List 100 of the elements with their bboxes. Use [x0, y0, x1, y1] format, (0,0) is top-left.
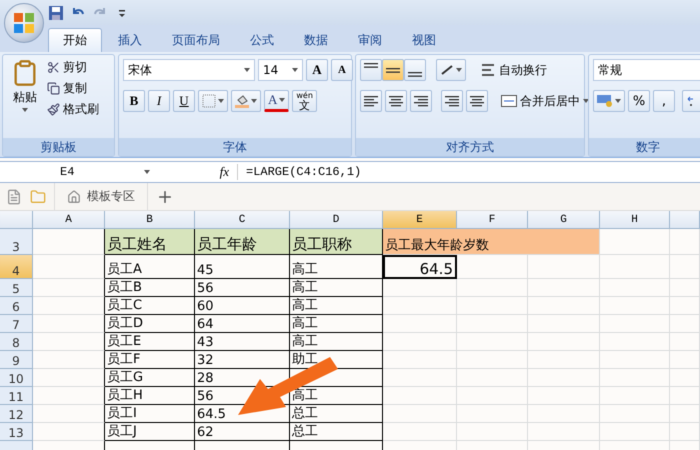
table-cell — [670, 351, 700, 369]
clipboard-button[interactable]: 剪切 — [47, 59, 99, 76]
table-cell: 45 — [195, 255, 290, 279]
orientation-button[interactable] — [436, 59, 466, 81]
insert-function-button[interactable]: fx — [158, 164, 238, 180]
ribbon-tab[interactable]: 开始 — [48, 28, 102, 52]
font-color-button[interactable]: A — [264, 90, 290, 112]
column-header[interactable]: D — [290, 211, 383, 229]
column-header[interactable]: B — [105, 211, 195, 229]
column-header[interactable]: A — [33, 211, 105, 229]
number-format-field[interactable]: 常规 — [593, 59, 700, 81]
row-header[interactable]: 9 — [0, 351, 33, 369]
table-cell — [457, 423, 528, 441]
table-cell: 员工姓名 — [105, 229, 195, 255]
table-cell — [600, 387, 670, 405]
align-icon — [445, 95, 459, 107]
align-icon — [386, 68, 400, 72]
align-icon — [389, 95, 403, 107]
font-style-button[interactable]: I — [148, 90, 170, 112]
home-icon — [67, 190, 81, 204]
table-cell — [600, 351, 670, 369]
font-style-button[interactable]: U — [173, 90, 195, 112]
ribbon-tab[interactable]: 审阅 — [344, 28, 396, 52]
align-icon — [364, 63, 378, 68]
fill-color-button[interactable] — [231, 90, 261, 112]
table-cell: 员工C — [105, 297, 195, 315]
table-cell — [33, 351, 105, 369]
table-cell — [528, 369, 600, 387]
table-cell: 员工E — [105, 333, 195, 351]
group-title: 字体 — [223, 138, 247, 156]
clipboard-button[interactable]: 格式刷 — [47, 101, 99, 118]
formula-field[interactable]: =LARGE(C4:C16,1) — [238, 165, 362, 179]
number-style-button[interactable]: % — [628, 90, 650, 112]
ribbon-tab[interactable]: 页面布局 — [158, 28, 234, 52]
vertical-align-button[interactable] — [404, 59, 426, 81]
caret-icon — [144, 170, 150, 174]
table-cell: 43 — [195, 333, 290, 351]
decimal-button[interactable] — [682, 90, 700, 112]
table-cell: 员工职称 — [290, 229, 383, 255]
name-box[interactable]: E4 — [0, 165, 158, 179]
table-cell — [33, 405, 105, 423]
font-size-field[interactable]: 14 — [258, 59, 303, 81]
table-cell: 32 — [195, 351, 290, 369]
merge-center-button[interactable]: 合并后居中 — [501, 92, 589, 110]
caret-icon — [292, 68, 298, 72]
table-cell — [457, 405, 528, 423]
grow-font-button[interactable]: A — [306, 59, 328, 81]
vertical-align-button[interactable] — [360, 59, 382, 81]
table-cell: 高工 — [290, 255, 383, 279]
row-header[interactable]: 8 — [0, 333, 33, 351]
align-icon — [470, 95, 484, 107]
currency-button[interactable] — [593, 90, 625, 112]
row-header[interactable]: 13 — [0, 423, 33, 441]
column-header[interactable]: C — [195, 211, 290, 229]
row-header[interactable]: 10 — [0, 369, 33, 387]
row-header[interactable]: 7 — [0, 315, 33, 333]
caret-icon — [218, 99, 224, 103]
paste-button[interactable]: 粘贴 — [13, 89, 37, 106]
ribbon-tab[interactable]: 公式 — [236, 28, 288, 52]
table-cell — [600, 315, 670, 333]
font-style-button[interactable]: B — [123, 90, 145, 112]
table-cell — [33, 297, 105, 315]
table-cell: 员工J — [105, 423, 195, 441]
shrink-font-button[interactable]: A — [331, 59, 353, 81]
ribbon-tab[interactable]: 插入 — [104, 28, 156, 52]
row-header[interactable]: 12 — [0, 405, 33, 423]
ribbon-tab[interactable]: 视图 — [398, 28, 450, 52]
table-cell — [670, 369, 700, 387]
table-cell — [600, 369, 670, 387]
table-cell — [600, 279, 670, 297]
row-header[interactable]: 11 — [0, 387, 33, 405]
border-button[interactable] — [198, 90, 228, 112]
row-header[interactable]: 4 — [0, 255, 33, 279]
table-cell: 62 — [195, 423, 290, 441]
font-name-field[interactable]: 宋体 — [123, 59, 255, 81]
save-icon[interactable] — [48, 4, 64, 20]
table-cell: 60 — [195, 297, 290, 315]
ribbon-tab[interactable]: 数据 — [290, 28, 342, 52]
number-style-button[interactable]: , — [653, 90, 675, 112]
table-cell — [670, 297, 700, 315]
vertical-align-button[interactable] — [382, 59, 404, 81]
table-cell — [600, 405, 670, 423]
new-document-icon[interactable] — [6, 188, 22, 204]
row-header[interactable]: 3 — [0, 229, 33, 255]
column-header[interactable]: F — [457, 211, 528, 229]
column-header[interactable]: G — [528, 211, 600, 229]
clipboard-button[interactable]: 复制 — [47, 80, 99, 97]
caret-icon — [456, 68, 462, 72]
row-header[interactable]: 6 — [0, 297, 33, 315]
wrap-text-button[interactable]: 自动换行 — [482, 62, 547, 78]
row-header[interactable]: 5 — [0, 279, 33, 297]
table-cell — [33, 315, 105, 333]
table-cell — [528, 255, 600, 279]
column-header[interactable]: E — [383, 211, 457, 229]
table-cell — [600, 255, 670, 279]
column-header[interactable]: H — [600, 211, 670, 229]
table-cell — [670, 405, 700, 423]
table-cell: 员工最大年龄岁数 — [383, 229, 600, 255]
align-icon — [408, 72, 422, 77]
phonetic-button[interactable]: wén 文 — [292, 90, 317, 112]
